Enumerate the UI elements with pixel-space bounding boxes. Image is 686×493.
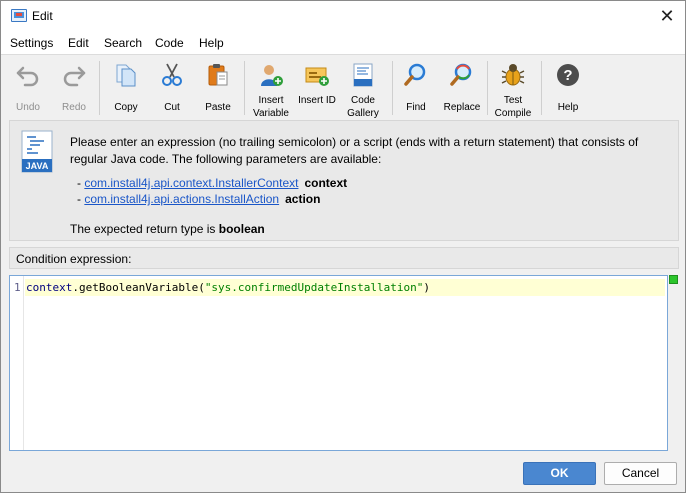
- replace-button[interactable]: Replace: [441, 59, 483, 119]
- window-title: Edit: [32, 9, 53, 23]
- replace-icon: [450, 63, 472, 86]
- clipboard-icon: [208, 64, 228, 86]
- undo-button[interactable]: Undo: [9, 59, 47, 119]
- app-icon: [11, 9, 27, 22]
- param-line: - com.install4j.api.actions.InstallActio…: [77, 192, 321, 206]
- menu-edit[interactable]: Edit: [68, 36, 89, 50]
- magnifier-icon: [404, 63, 426, 86]
- undo-icon: [16, 66, 39, 87]
- edit-dialog: Edit ✕ Settings Edit Search Code Help Un…: [0, 0, 686, 493]
- return-prefix: The expected return type is: [70, 222, 219, 236]
- menu-help[interactable]: Help: [199, 36, 224, 50]
- java-file-icon: JAVA: [21, 130, 53, 173]
- menu-code[interactable]: Code: [155, 36, 184, 50]
- help-icon: ?: [557, 64, 579, 86]
- condition-label: Condition expression:: [16, 252, 132, 266]
- code-gallery-label: Code Gallery: [347, 95, 379, 119]
- cancel-button[interactable]: Cancel: [604, 462, 677, 485]
- svg-text:?: ?: [563, 67, 572, 84]
- insert-variable-button[interactable]: Insert Variable: [249, 59, 293, 119]
- test-compile-label: Test Compile: [494, 95, 532, 119]
- paste-label: Paste: [205, 102, 231, 113]
- return-type-text: The expected return type is boolean: [70, 222, 265, 236]
- help-label: Help: [557, 102, 579, 113]
- find-button[interactable]: Find: [397, 59, 435, 119]
- toolbar-separator: [244, 61, 245, 115]
- ok-button[interactable]: OK: [523, 462, 596, 485]
- code-string: "sys.confirmedUpdateInstallation": [204, 281, 424, 294]
- paste-button[interactable]: Paste: [199, 59, 237, 119]
- java-file-icon: [353, 63, 373, 87]
- code-line[interactable]: context.getBooleanVariable("sys.confirme…: [25, 279, 665, 296]
- title-bar: Edit ✕: [1, 1, 685, 32]
- scissors-icon: [162, 63, 182, 86]
- toolbar-separator: [99, 61, 100, 115]
- insert-variable-label: Insert Variable: [253, 95, 289, 119]
- user-variable-icon: [261, 65, 283, 86]
- param-name: action: [285, 192, 321, 206]
- redo-label: Redo: [62, 102, 86, 113]
- toolbar-separator: [392, 61, 393, 115]
- cut-button[interactable]: Cut: [153, 59, 191, 119]
- replace-label: Replace: [443, 102, 481, 113]
- code-text: context.getBooleanVariable("sys.confirme…: [26, 281, 430, 294]
- param-type-link[interactable]: com.install4j.api.actions.InstallAction: [84, 192, 279, 206]
- condition-header: Condition expression:: [9, 247, 679, 269]
- help-button[interactable]: ? Help: [549, 59, 587, 119]
- undo-label: Undo: [16, 102, 40, 113]
- redo-button[interactable]: Redo: [55, 59, 93, 119]
- param-type-link[interactable]: com.install4j.api.context.InstallerConte…: [84, 176, 298, 190]
- cut-label: Cut: [164, 102, 180, 113]
- code-close: ): [423, 281, 430, 294]
- close-button[interactable]: ✕: [649, 1, 685, 31]
- toolbar-separator: [487, 61, 488, 115]
- code-method: .getBooleanVariable(: [72, 281, 205, 294]
- param-line: - com.install4j.api.context.InstallerCon…: [77, 176, 348, 190]
- line-gutter: 1: [10, 276, 24, 450]
- info-panel: JAVA Please enter an expression (no trai…: [9, 120, 679, 241]
- code-editor[interactable]: 1 context.getBooleanVariable("sys.confir…: [9, 275, 668, 451]
- description-text: Please enter an expression (no trailing …: [70, 135, 639, 166]
- code-identifier: context: [26, 281, 73, 294]
- copy-icon: [116, 64, 136, 87]
- param-name: context: [304, 176, 348, 190]
- status-indicator: [669, 275, 678, 284]
- return-type: boolean: [218, 222, 265, 236]
- menu-settings[interactable]: Settings: [10, 36, 53, 50]
- code-gallery-button[interactable]: Code Gallery: [341, 59, 385, 119]
- menu-bar: Settings Edit Search Code Help: [1, 32, 685, 54]
- bug-icon: [501, 64, 525, 86]
- insert-id-label: Insert ID: [298, 95, 336, 106]
- test-compile-button[interactable]: Test Compile: [491, 59, 535, 119]
- line-number: 1: [14, 281, 21, 294]
- insert-id-button[interactable]: Insert ID: [297, 59, 337, 119]
- toolbar: Undo Redo Copy Cut Paste Insert Variable…: [1, 54, 685, 120]
- copy-label: Copy: [114, 102, 138, 113]
- java-badge: JAVA: [26, 161, 49, 171]
- copy-button[interactable]: Copy: [107, 59, 145, 119]
- redo-icon: [63, 66, 86, 87]
- toolbar-separator: [541, 61, 542, 115]
- insert-id-icon: [305, 67, 329, 86]
- menu-search[interactable]: Search: [104, 36, 142, 50]
- find-label: Find: [406, 102, 426, 113]
